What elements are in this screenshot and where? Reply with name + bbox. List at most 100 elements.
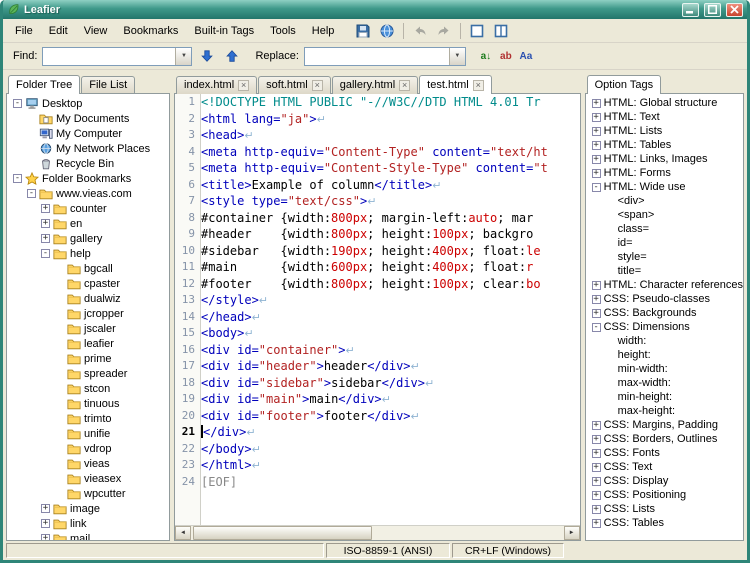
tree-item-desktop[interactable]: - Desktop [7, 96, 169, 111]
code-line[interactable]: 17 <div id="header">header</div>↵ [175, 358, 580, 375]
tree-item-my-computer[interactable]: My Computer [7, 126, 169, 141]
expand-icon[interactable]: + [41, 504, 50, 513]
minimize-button[interactable] [682, 2, 699, 17]
whole-word-icon[interactable]: ab [497, 47, 515, 65]
redo-button[interactable] [433, 21, 455, 41]
find-dropdown-icon[interactable]: ▼ [175, 47, 192, 65]
collapse-icon[interactable]: - [41, 249, 50, 258]
tree-item-vieasex[interactable]: vieasex [7, 471, 169, 486]
match-case-icon[interactable]: a↓ [477, 47, 495, 65]
tree-item-min-height[interactable]: min-height: [586, 390, 743, 404]
expand-icon[interactable]: + [591, 420, 601, 430]
collapse-icon[interactable]: - [591, 322, 601, 332]
expand-icon[interactable]: + [591, 112, 601, 122]
tree-item-html-lists[interactable]: + HTML: Lists [586, 124, 743, 138]
find-input-combo[interactable]: ▼ [42, 46, 193, 66]
code-line[interactable]: 13 </style>↵ [175, 292, 580, 309]
scroll-right-button[interactable]: ► [563, 526, 580, 540]
tree-item-css-pseudo-classes[interactable]: + CSS: Pseudo-classes [586, 292, 743, 306]
code-line[interactable]: 22 </body>↵ [175, 441, 580, 458]
code-line[interactable]: 16 <div id="container">↵ [175, 342, 580, 359]
tree-item-max-height[interactable]: max-height: [586, 404, 743, 418]
tree-item-css-positioning[interactable]: + CSS: Positioning [586, 488, 743, 502]
save-button[interactable] [352, 21, 374, 41]
code-line[interactable]: 10 #sidebar {width:190px; height:400px; f… [175, 243, 580, 260]
scrollbar-track[interactable] [191, 526, 564, 540]
tree-item-prime[interactable]: prime [7, 351, 169, 366]
maximize-button[interactable] [704, 2, 721, 17]
tree-item-css-backgrounds[interactable]: + CSS: Backgrounds [586, 306, 743, 320]
undo-button[interactable] [409, 21, 431, 41]
menu-built-in-tags[interactable]: Built-in Tags [186, 22, 262, 40]
expand-icon[interactable]: + [591, 434, 601, 444]
expand-icon[interactable]: + [591, 168, 601, 178]
tree-item-css-fonts[interactable]: + CSS: Fonts [586, 446, 743, 460]
code-line[interactable]: 15 <body>↵ [175, 325, 580, 342]
replace-input[interactable] [304, 47, 449, 65]
tree-item-height[interactable]: height: [586, 348, 743, 362]
tree-item-css-text[interactable]: + CSS: Text [586, 460, 743, 474]
tree-item-min-width[interactable]: min-width: [586, 362, 743, 376]
menu-view[interactable]: View [76, 22, 116, 40]
tree-item-html-character-references[interactable]: + HTML: Character references [586, 278, 743, 292]
tree-item-my-documents[interactable]: My Documents [7, 111, 169, 126]
tree-item-div[interactable]: <div> [586, 194, 743, 208]
tree-item-bgcall[interactable]: bgcall [7, 261, 169, 276]
tree-item-mail[interactable]: + mail [7, 531, 169, 540]
collapse-icon[interactable]: - [13, 174, 22, 183]
tree-item-unifie[interactable]: unifie [7, 426, 169, 441]
tab-close-icon[interactable]: × [472, 79, 484, 91]
tree-item-span[interactable]: <span> [586, 208, 743, 222]
tree-item-wpcutter[interactable]: wpcutter [7, 486, 169, 501]
preview-button[interactable] [376, 21, 398, 41]
code-line[interactable]: 18 <div id="sidebar">sidebar</div>↵ [175, 375, 580, 392]
tree-item-stcon[interactable]: stcon [7, 381, 169, 396]
tab-close-icon[interactable]: × [311, 79, 323, 91]
replace-input-combo[interactable]: ▼ [303, 46, 466, 66]
code-line[interactable]: 21 </div>↵ [175, 424, 580, 441]
tree-item-css-borders-outlines[interactable]: + CSS: Borders, Outlines [586, 432, 743, 446]
tree-item-css-display[interactable]: + CSS: Display [586, 474, 743, 488]
code-line[interactable]: 11 #main {width:600px; height:400px; floa… [175, 259, 580, 276]
tree-item-html-wide-use[interactable]: - HTML: Wide use [586, 180, 743, 194]
tree-item-html-global-structure[interactable]: + HTML: Global structure [586, 96, 743, 110]
tab-soft-html[interactable]: soft.html × [258, 76, 331, 94]
collapse-icon[interactable]: - [591, 182, 601, 192]
code-line[interactable]: 8 #container {width:800px; margin-left:au… [175, 210, 580, 227]
code-line[interactable]: 1 <!DOCTYPE HTML PUBLIC "-//W3C//DTD HTML… [175, 94, 580, 111]
tree-item-width[interactable]: width: [586, 334, 743, 348]
expand-icon[interactable]: + [591, 98, 601, 108]
expand-icon[interactable]: + [591, 126, 601, 136]
code-line[interactable]: 20 <div id="footer">footer</div>↵ [175, 408, 580, 425]
tree-item-help[interactable]: - help [7, 246, 169, 261]
code-line[interactable]: 7 <style type="text/css">↵ [175, 193, 580, 210]
menu-file[interactable]: File [7, 22, 41, 40]
tree-item-image[interactable]: + image [7, 501, 169, 516]
tab-test-html[interactable]: test.html × [419, 75, 492, 94]
tree-item-recycle-bin[interactable]: Recycle Bin [7, 156, 169, 171]
expand-icon[interactable]: + [41, 219, 50, 228]
expand-icon[interactable]: + [591, 490, 601, 500]
expand-icon[interactable]: + [591, 448, 601, 458]
tree-item-trimto[interactable]: trimto [7, 411, 169, 426]
expand-icon[interactable]: + [591, 308, 601, 318]
tree-item-html-tables[interactable]: + HTML: Tables [586, 138, 743, 152]
replace-dropdown-icon[interactable]: ▼ [448, 47, 465, 65]
expand-icon[interactable]: + [591, 518, 601, 528]
tree-item-counter[interactable]: + counter [7, 201, 169, 216]
close-button[interactable] [726, 2, 743, 17]
code-line[interactable]: 3 <head>↵ [175, 127, 580, 144]
tree-item-vieas[interactable]: vieas [7, 456, 169, 471]
tree-item-jscaler[interactable]: jscaler [7, 321, 169, 336]
tree-item-folder-bookmarks[interactable]: - Folder Bookmarks [7, 171, 169, 186]
tree-item-html-forms[interactable]: + HTML: Forms [586, 166, 743, 180]
code-line[interactable]: 19 <div id="main">main</div>↵ [175, 391, 580, 408]
tree-item-spreader[interactable]: spreader [7, 366, 169, 381]
menu-bookmarks[interactable]: Bookmarks [115, 22, 186, 40]
tree-item-html-links-images[interactable]: + HTML: Links, Images [586, 152, 743, 166]
menu-edit[interactable]: Edit [41, 22, 76, 40]
code-line[interactable]: 14 </head>↵ [175, 309, 580, 326]
tab-gallery-html[interactable]: gallery.html × [331, 76, 419, 94]
tab-close-icon[interactable]: × [399, 79, 411, 91]
code-line[interactable]: 24 [EOF] [175, 474, 580, 491]
